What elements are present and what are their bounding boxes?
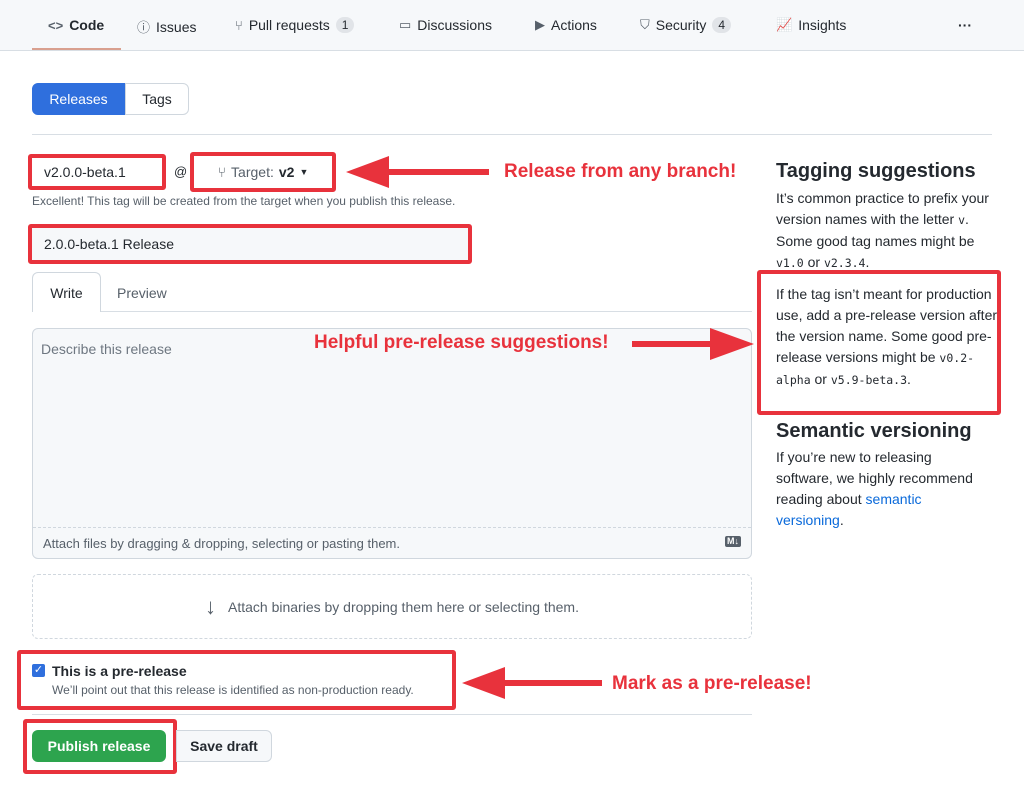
body-placeholder: Describe this release [41,341,172,357]
tag-value: v2.0.0-beta.1 [44,164,126,180]
prerelease-box [17,650,456,710]
tab-security[interactable]: ⛉ Security 4 [640,17,732,33]
save-draft-button[interactable]: Save draft [176,730,272,762]
annotation-arrow-prerelease [462,667,602,699]
tab-code[interactable]: <> Code [48,17,104,33]
annotation-arrow-suggestions [632,328,754,360]
tab-label: Pull requests [248,17,330,33]
binary-dropzone[interactable]: ↓ Attach binaries by dropping them here … [32,574,752,639]
attach-files-text: Attach files by dragging & dropping, sel… [43,536,400,551]
tab-label: Discussions [417,17,492,33]
tab-insights[interactable]: 📈 Insights [776,17,846,33]
text: . [865,254,870,270]
play-icon: ▶ [535,17,545,32]
active-tab-indicator [32,48,121,50]
more-menu-button[interactable]: ··· [958,17,972,33]
at-sign: @ [174,164,188,179]
branch-icon: ⑂ [217,164,227,180]
annotation-arrow-branch [346,156,489,188]
divider [32,134,992,135]
tag-hint: Excellent! This tag will be created from… [32,194,456,208]
semver-text: If you’re new to releasing software, we … [776,447,991,531]
tagging-title: Tagging suggestions [776,160,976,182]
releases-tab[interactable]: Releases [32,83,125,115]
release-body-editor[interactable]: Describe this release Attach files by dr… [32,328,752,559]
tab-issues[interactable]: ⓘ Issues [137,17,196,36]
tab-pull-requests[interactable]: ⑂ Pull requests 1 [235,17,355,33]
tab-label: Code [69,17,105,33]
pull-request-icon: ⑂ [235,17,243,33]
markdown-icon: M↓ [725,536,741,547]
tab-label: Insights [798,17,847,33]
code: v1.0 [776,256,804,270]
arrow-down-icon: ↓ [205,593,216,619]
tab-divider [32,311,752,312]
dropzone-text: Attach binaries by dropping them here or… [228,598,579,615]
prerelease-suggestion-box: If the tag isn’t meant for production us… [757,270,1001,415]
issue-icon: ⓘ [137,20,151,35]
text: . [839,512,844,528]
shield-icon: ⛉ [640,17,650,32]
prerelease-label: This is a pre-release [52,663,187,679]
semver-title: Semantic versioning [776,420,972,442]
tab-label: Issues [156,18,197,35]
code: v [958,213,966,227]
annotation-prerelease-suggestions: Helpful pre-release suggestions! [314,332,609,353]
security-count: 4 [712,17,732,33]
code-icon: <> [48,17,64,33]
text: or [803,254,824,270]
tagging-text: It’s common practice to prefix your vers… [776,188,991,274]
tab-actions[interactable]: ▶ Actions [535,17,597,33]
tab-discussions[interactable]: ▭ Discussions [399,17,492,33]
tab-label: Actions [551,17,597,33]
discussion-icon: ▭ [399,17,412,32]
text: or [810,371,831,387]
release-title-input[interactable]: 2.0.0-beta.1 Release [28,224,472,264]
text: . [907,371,911,387]
caret-down-icon: ▼ [299,167,309,177]
target-value: v2 [278,164,295,180]
semver-section: Semantic versioning If you’re new to rel… [776,420,991,531]
divider [32,714,752,715]
annotation-mark-prerelease: Mark as a pre-release! [612,673,812,694]
tab-label: Security [655,17,707,33]
repo-nav: <> Code ⓘ Issues ⑂ Pull requests 1 ▭ Discussi… [0,0,1024,51]
sidebar: Tagging suggestions It’s common practice… [776,160,991,274]
title-value: 2.0.0-beta.1 Release [44,236,174,252]
prerelease-hint: We’ll point out that this release is ide… [52,683,414,697]
preview-tab[interactable]: Preview [117,285,167,301]
tag-input[interactable]: v2.0.0-beta.1 [28,154,166,190]
write-tab[interactable]: Write [32,272,101,312]
prerelease-checkbox[interactable]: ✓ [32,664,45,677]
publish-release-button[interactable]: Publish release [32,730,166,762]
text: It’s common practice to prefix your vers… [776,190,989,227]
pr-count: 1 [335,17,355,33]
prerelease-text: If the tag isn’t meant for production us… [776,284,997,391]
annotation-branch: Release from any branch! [504,161,737,182]
graph-icon: 📈 [776,17,793,32]
code: v5.9-beta.3 [830,373,908,387]
code: v2.3.4 [823,256,866,270]
target-label: Target: [231,164,274,180]
attach-files-bar[interactable]: Attach files by dragging & dropping, sel… [33,527,751,559]
tags-tab[interactable]: Tags [125,83,189,115]
target-branch-button[interactable]: ⑂ Target: v2 ▼ [190,152,336,192]
